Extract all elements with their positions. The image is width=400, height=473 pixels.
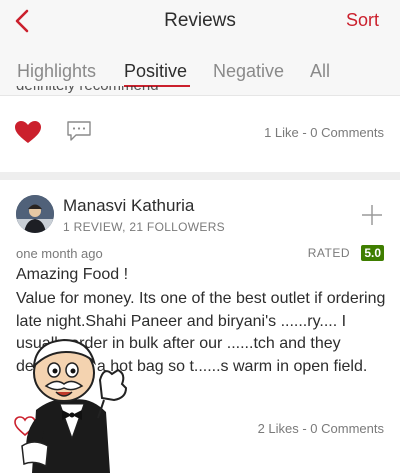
page-title: Reviews [164, 10, 236, 31]
sort-button[interactable]: Sort [346, 10, 379, 31]
tab-all[interactable]: All [310, 61, 330, 82]
avatar[interactable] [16, 195, 54, 233]
rating-badge: 5.0 [361, 245, 384, 261]
review-time: one month ago [16, 246, 103, 261]
rated-label: RATED [307, 246, 350, 260]
follow-plus-icon[interactable] [361, 204, 383, 226]
tab-negative[interactable]: Negative [213, 61, 284, 82]
reviewer-name[interactable]: Manasvi Kathuria [63, 196, 194, 216]
reviewer-stats: 1 REVIEW, 21 FOLLOWERS [63, 220, 225, 234]
likes-comments-count[interactable]: 1 Like - 0 Comments [264, 125, 384, 140]
tab-highlights[interactable]: Highlights [17, 61, 96, 82]
comment-icon[interactable] [66, 120, 92, 142]
previous-review-actions: 1 Like - 0 Comments [0, 108, 400, 168]
card-separator [0, 172, 400, 180]
heart-icon[interactable] [14, 120, 42, 144]
waiter-mascot-illustration [21, 338, 128, 473]
previous-review-text: definitely recommend [16, 86, 159, 96]
likes-comments-count[interactable]: 2 Likes - 0 Comments [258, 421, 384, 436]
review-title: Amazing Food ! [16, 266, 129, 283]
navigation-bar: Reviews Sort [0, 0, 400, 44]
tab-positive[interactable]: Positive [124, 61, 187, 82]
